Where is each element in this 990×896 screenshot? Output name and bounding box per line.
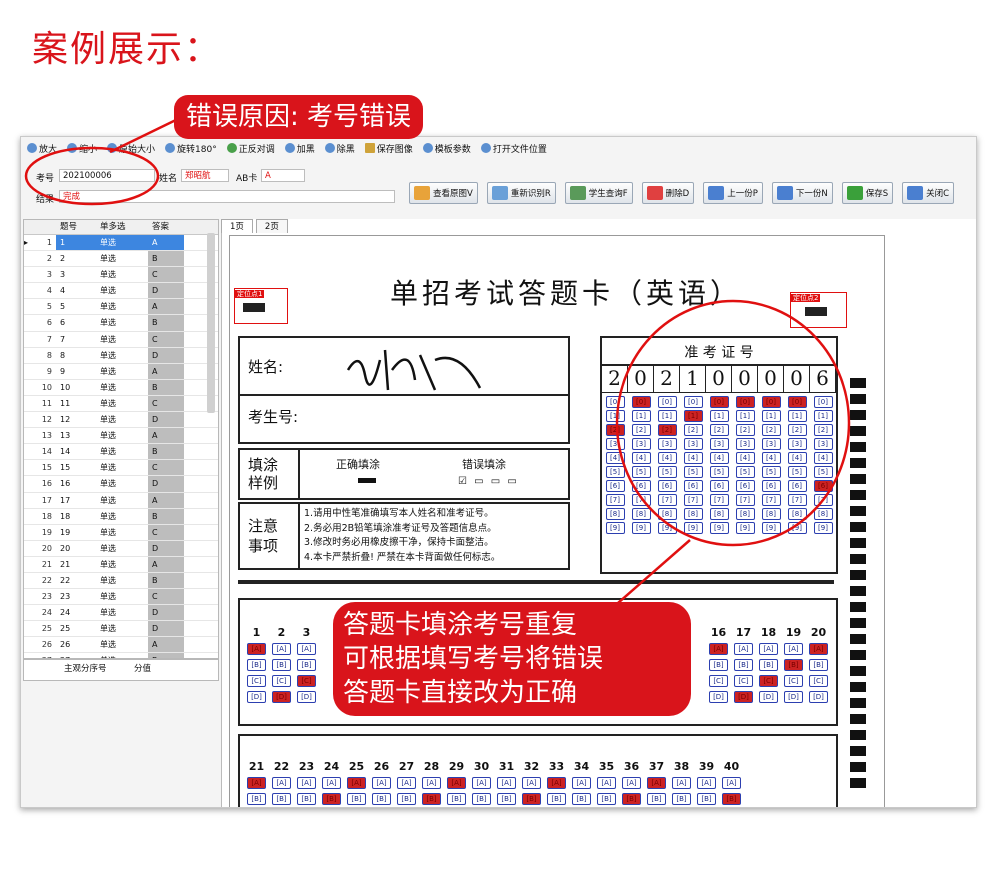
top-callout-pointer [109,116,181,154]
kaohao-highlight-ellipse [24,146,160,206]
callout-line: 答题卡直接改为正确 [343,678,578,708]
zhunkao-highlight-ellipse [615,299,851,547]
bottom-callout-pointer [609,539,691,611]
error-reason-callout: 错误原因: 考号错误 [174,95,424,139]
callout-line: 答题卡填涂考号重复 [343,610,578,640]
callout-line: 可根据填写考号将错误 [343,644,604,674]
fix-tip-callout: 答题卡填涂考号重复 可根据填写考号将错误 答题卡直接改为正确 [333,602,691,716]
annotation-overlay [24,116,851,611]
